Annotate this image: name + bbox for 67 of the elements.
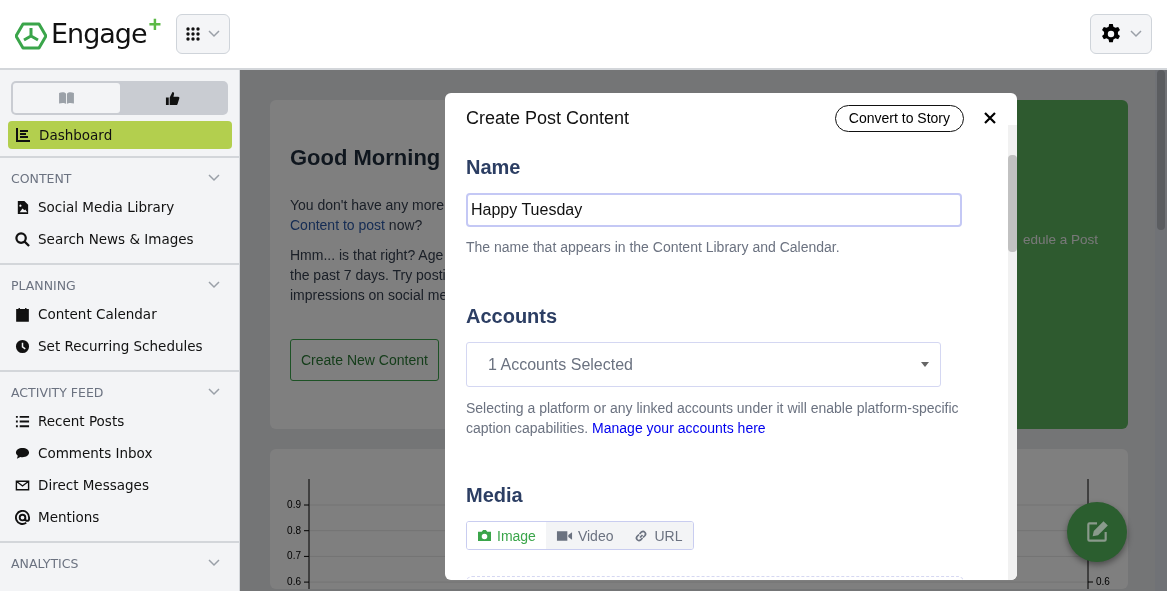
axis-tick-label: 0.8 <box>287 524 301 536</box>
section-heading: ANALYTICS <box>11 555 79 571</box>
dialog-title: Create Post Content <box>466 107 630 129</box>
sidebar-nav-item[interactable]: Recent Posts <box>0 405 239 437</box>
chevron-icon[interactable] <box>208 388 220 396</box>
chevron-icon <box>1130 30 1142 38</box>
edit-icon <box>1084 519 1110 545</box>
hexagon-logo-icon <box>15 22 47 50</box>
greeting-text: the past 7 days. Try posti <box>290 266 446 285</box>
settings-icon <box>1100 23 1122 45</box>
axis-tick-label: 0.6 <box>1096 576 1110 587</box>
logo-wordmark: Engage <box>51 18 147 49</box>
caret-icon <box>921 362 929 367</box>
greeting-text: Hmm... is that right? Age <box>290 246 444 265</box>
calendar-icon <box>15 306 30 322</box>
section-heading: PLANNING <box>11 277 76 293</box>
grid-icon <box>186 27 201 41</box>
apps-menu-button[interactable] <box>176 14 231 54</box>
close-icon[interactable] <box>984 112 996 124</box>
list-icon <box>15 413 30 429</box>
search-icon <box>15 231 30 247</box>
section-heading: ACTIVITY FEED <box>11 384 104 400</box>
greeting-text: now? <box>387 217 423 233</box>
video-camera-icon <box>555 529 573 542</box>
chevron-icon[interactable] <box>208 281 220 289</box>
clock-icon <box>15 338 30 354</box>
chevron-icon[interactable] <box>208 559 220 567</box>
axis-tick-label: 0.9 <box>287 499 301 510</box>
field-heading: Media <box>466 484 523 507</box>
book-icon <box>57 91 75 105</box>
manage-accounts-link[interactable]: Manage your accounts here <box>592 420 766 436</box>
field-heading: Name <box>466 156 521 179</box>
bar-chart-icon <box>16 128 30 142</box>
content-link[interactable]: Content to post <box>290 217 385 233</box>
sidebar-nav-item[interactable]: Content Calendar <box>0 298 239 330</box>
sidebar-nav-item[interactable]: Search News & Images <box>0 223 239 255</box>
sidebar-nav-item[interactable]: Direct Messages <box>0 469 239 501</box>
camera-icon <box>477 529 492 542</box>
section-heading: CONTENT <box>11 170 72 186</box>
sidebar-nav-item[interactable]: Social Media Library <box>0 191 239 223</box>
at-sign-icon <box>15 509 30 525</box>
settings-button[interactable] <box>1090 14 1152 54</box>
speech-bubble-icon <box>15 445 30 461</box>
help-text: The name that appears in the Content Library and Calendar. <box>466 239 841 255</box>
sidebar-nav-item[interactable]: Set Recurring Schedules <box>0 330 239 362</box>
greeting-title: Good Morning <box>290 145 441 171</box>
greeting-text: You don't have any more <box>290 196 444 215</box>
accounts-dropdown[interactable]: 1 Accounts Selected <box>466 342 941 387</box>
field-heading: Accounts <box>466 305 558 328</box>
scrollbar[interactable] <box>1155 70 1167 591</box>
schedule-text: edule a Post <box>1022 232 1098 247</box>
axis-tick-label: 0.6 <box>287 576 301 588</box>
thumbs-up-icon <box>165 90 181 106</box>
image-file-icon <box>15 199 30 215</box>
chevron-icon <box>208 30 221 38</box>
convert-to-story-button[interactable]: Convert to Story <box>834 104 964 132</box>
help-text: Selecting a platform or any linked accounts under it will enable platform-specific caption capabilities. Manage your accounts here <box>466 399 960 438</box>
sidebar-nav-item[interactable]: Mentions <box>0 501 239 533</box>
name-input[interactable]: Happy Tuesday <box>466 193 962 227</box>
logo-plus: + <box>148 12 162 38</box>
media-type-tab[interactable]: Video <box>545 522 624 549</box>
sidebar-nav-item[interactable]: Comments Inbox <box>0 437 239 469</box>
media-type-tab[interactable]: URL <box>623 522 693 549</box>
axis-tick-label: 0.7 <box>287 550 301 562</box>
dashboard-nav-item[interactable]: Dashboard <box>8 121 232 149</box>
scrollbar[interactable] <box>1008 125 1017 580</box>
chevron-icon[interactable] <box>208 174 220 182</box>
